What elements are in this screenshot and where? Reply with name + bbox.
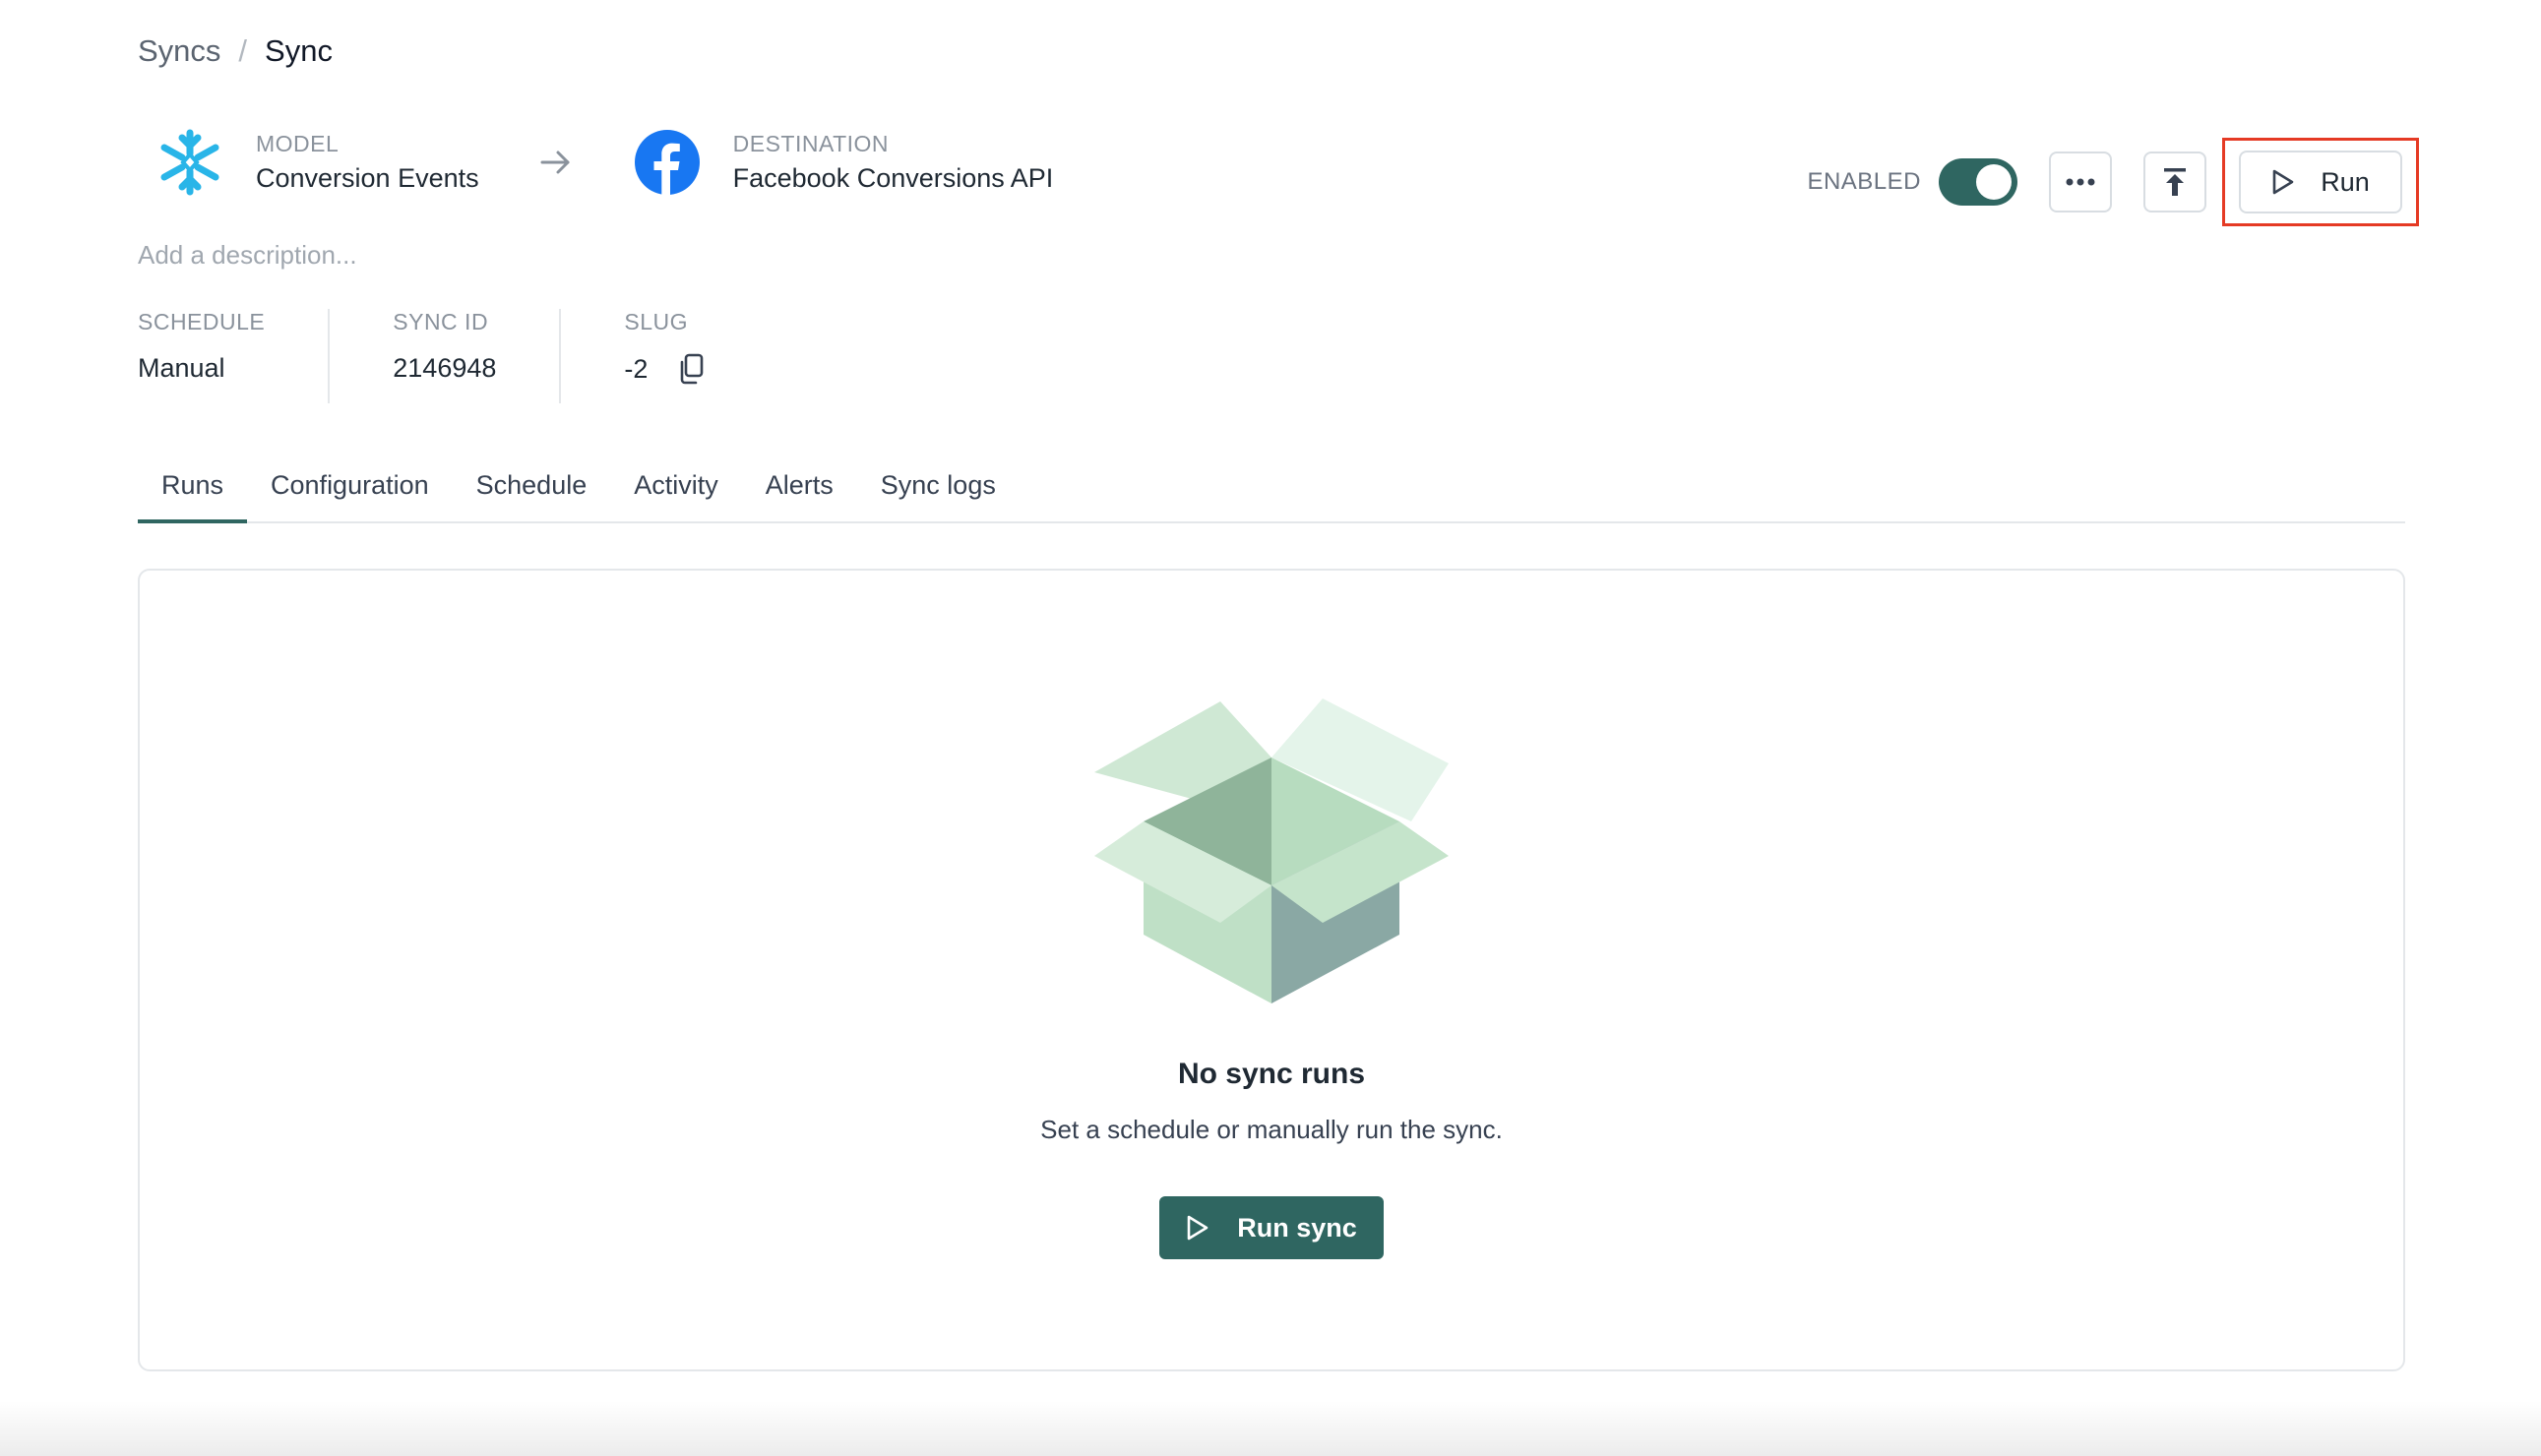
- slug-value: -2: [624, 353, 649, 384]
- run-button-highlight: Run: [2222, 138, 2419, 226]
- enabled-label: ENABLED: [1807, 168, 1921, 195]
- run-button[interactable]: Run: [2239, 151, 2402, 213]
- destination-entity[interactable]: DESTINATION Facebook Conversions API: [633, 128, 1054, 197]
- schedule-label: SCHEDULE: [138, 309, 266, 334]
- model-kicker: MODEL: [256, 131, 340, 156]
- meta-divider: [328, 309, 331, 403]
- sync-header: MODEL Conversion Events DESTINATION Face…: [155, 128, 1053, 197]
- copy-icon[interactable]: [677, 353, 705, 385]
- enabled-toggle[interactable]: [1939, 158, 2017, 206]
- sync-controls: ENABLED Run: [1807, 138, 2419, 226]
- arrow-right-icon: [538, 145, 574, 180]
- tab-activity[interactable]: Activity: [610, 470, 742, 521]
- destination-name[interactable]: Facebook Conversions API: [733, 163, 1054, 194]
- meta-sync-id: SYNC ID 2146948: [393, 309, 496, 403]
- sync-page: Syncs / Sync MODEL Conversion Events DES…: [0, 0, 2541, 1456]
- slug-label: SLUG: [624, 309, 689, 334]
- breadcrumb-current: Sync: [265, 33, 333, 68]
- snowflake-icon: [155, 128, 224, 197]
- meta-slug: SLUG -2: [624, 309, 705, 403]
- breadcrumb-syncs-link[interactable]: Syncs: [138, 33, 220, 69]
- model-entity[interactable]: MODEL Conversion Events: [155, 128, 479, 197]
- sync-meta: SCHEDULE Manual SYNC ID 2146948 SLUG -2: [138, 309, 705, 403]
- run-sync-label: Run sync: [1237, 1212, 1357, 1243]
- destination-kicker: DESTINATION: [732, 131, 890, 156]
- play-icon: [2272, 169, 2294, 195]
- upload-to-top-icon: [2164, 168, 2186, 196]
- toggle-knob: [1976, 164, 2012, 200]
- sync-id-value: 2146948: [393, 353, 497, 383]
- facebook-icon: [633, 128, 702, 197]
- more-options-button[interactable]: [2049, 152, 2112, 212]
- breadcrumb-separator: /: [238, 33, 248, 68]
- tab-schedule[interactable]: Schedule: [453, 470, 611, 521]
- sync-id-label: SYNC ID: [393, 309, 489, 334]
- run-sync-button[interactable]: Run sync: [1159, 1196, 1384, 1259]
- open-box-icon: [1094, 698, 1449, 1008]
- push-upload-button[interactable]: [2143, 152, 2206, 212]
- empty-state: No sync runs Set a schedule or manually …: [140, 698, 2403, 1259]
- tab-runs[interactable]: Runs: [138, 470, 248, 523]
- breadcrumb: Syncs / Sync: [138, 33, 333, 69]
- meta-schedule: SCHEDULE Manual: [138, 309, 265, 403]
- model-name[interactable]: Conversion Events: [256, 163, 479, 194]
- runs-panel: No sync runs Set a schedule or manually …: [138, 569, 2405, 1371]
- model-text: MODEL Conversion Events: [256, 131, 479, 194]
- meta-divider: [559, 309, 562, 403]
- run-button-label: Run: [2321, 166, 2370, 197]
- tab-configuration[interactable]: Configuration: [247, 470, 453, 521]
- tab-sync-logs[interactable]: Sync logs: [857, 470, 1020, 521]
- play-icon: [1187, 1215, 1209, 1241]
- description-field[interactable]: Add a description...: [138, 240, 357, 271]
- destination-text: DESTINATION Facebook Conversions API: [733, 131, 1054, 194]
- empty-state-title: No sync runs: [1177, 1058, 1366, 1090]
- schedule-value: Manual: [138, 353, 225, 383]
- sync-tabs: Runs Configuration Schedule Activity Ale…: [138, 470, 2405, 523]
- tab-alerts[interactable]: Alerts: [742, 470, 857, 521]
- empty-state-subtitle: Set a schedule or manually run the sync.: [1040, 1115, 1503, 1144]
- bottom-shadow: [0, 1401, 2541, 1456]
- ellipsis-icon: [2066, 178, 2095, 186]
- slug-row: -2: [624, 353, 705, 385]
